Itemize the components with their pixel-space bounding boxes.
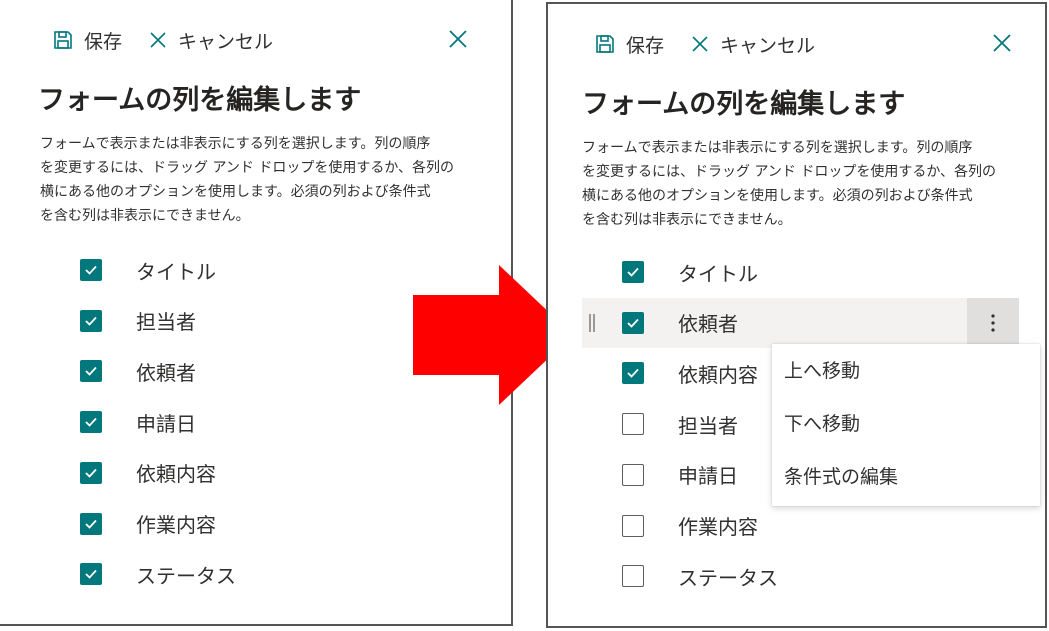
column-label: 依頼者 [678, 312, 738, 337]
save-label: 保存 [626, 34, 665, 57]
checkmark-icon [85, 468, 97, 478]
checkmark-icon [85, 316, 97, 326]
more-vertical-icon [991, 314, 995, 332]
checkmark-icon [627, 267, 639, 277]
column-row[interactable]: ステータス [40, 549, 480, 599]
description-line: を含む列は非表示にできません。 [582, 212, 792, 228]
column-label: ステータス [678, 565, 778, 590]
close-icon [993, 34, 1011, 52]
column-checkbox[interactable] [80, 360, 102, 383]
column-label: 申請日 [136, 411, 196, 436]
column-label: タイトル [136, 259, 216, 284]
close-icon [449, 30, 467, 48]
column-row[interactable]: 作業内容 [582, 501, 1019, 551]
cancel-button[interactable]: キャンセル [690, 31, 815, 58]
column-label: 依頼内容 [136, 462, 216, 487]
cancel-label: キャンセル [178, 30, 274, 53]
panel-title: フォームの列を編集します [582, 89, 906, 120]
column-checkbox[interactable] [80, 563, 102, 586]
cancel-button[interactable]: キャンセル [148, 27, 273, 54]
column-checkbox[interactable] [622, 565, 644, 588]
checkmark-icon [85, 570, 97, 579]
panel-description: フォームで表示または非表示にする列を選択します。列の順序 を変更するには、ドラッ… [40, 132, 454, 228]
checkmark-icon [85, 519, 97, 529]
column-checkbox[interactable] [80, 411, 102, 434]
drag-handle-icon[interactable] [588, 312, 596, 334]
column-label: 申請日 [678, 464, 738, 489]
cancel-label: キャンセル [720, 34, 816, 57]
column-row[interactable]: ステータス [582, 551, 1019, 601]
column-label: 作業内容 [678, 515, 758, 539]
cancel-icon [692, 36, 708, 52]
column-options-menu: 上へ移動 下へ移動 条件式の編集 [772, 344, 1040, 506]
description-line: を変更するには、ドラッグ アンド ドロップを使用するか、各列の [582, 164, 997, 180]
column-checkbox[interactable] [622, 362, 644, 385]
column-checkbox[interactable] [622, 413, 644, 436]
checkmark-icon [85, 367, 97, 377]
save-label: 保存 [84, 30, 123, 53]
more-options-button[interactable] [967, 297, 1019, 348]
checkmark-icon [85, 265, 97, 275]
panel-description: フォームで表示または非表示にする列を選択します。列の順序 を変更するには、ドラッ… [582, 136, 996, 232]
save-button[interactable]: 保存 [594, 31, 664, 58]
checkmark-icon [627, 369, 639, 379]
column-row[interactable]: 作業内容 [40, 499, 480, 549]
column-label: 担当者 [136, 310, 196, 335]
edit-columns-panel-after: 保存 キャンセル フォームの列を編集します フォームで表示または非表示にする列を… [546, 2, 1047, 628]
menu-item-move-up[interactable]: 上へ移動 [784, 351, 1024, 391]
column-checkbox[interactable] [622, 463, 644, 486]
checkmark-icon [627, 318, 639, 328]
column-checkbox[interactable] [622, 514, 644, 537]
description-line: フォームで表示または非表示にする列を選択します。列の順序 [582, 140, 973, 156]
column-row[interactable]: 依頼内容 [40, 448, 480, 498]
column-checkbox[interactable] [80, 259, 102, 281]
description-line: を含む列は非表示にできません。 [40, 208, 250, 224]
column-checkbox[interactable] [622, 311, 644, 334]
checkmark-icon [85, 417, 97, 427]
column-label: 担当者 [678, 413, 738, 438]
column-checkbox[interactable] [80, 309, 102, 332]
description-line: 横にある他のオプションを使用します。必須の列および条件式 [582, 188, 973, 204]
column-checkbox[interactable] [80, 512, 102, 535]
close-button[interactable] [990, 31, 1014, 55]
panel-title: フォームの列を編集します [38, 85, 362, 116]
description-line: フォームで表示または非表示にする列を選択します。列の順序 [40, 136, 431, 152]
column-row[interactable]: タイトル [582, 247, 1019, 297]
column-label: ステータス [136, 563, 236, 588]
description-line: 横にある他のオプションを使用します。必須の列および条件式 [40, 184, 431, 200]
menu-item-edit-condition[interactable]: 条件式の編集 [784, 457, 1024, 497]
column-checkbox[interactable] [622, 261, 644, 283]
menu-item-move-down[interactable]: 下へ移動 [784, 404, 1024, 444]
description-line: を変更するには、ドラッグ アンド ドロップを使用するか、各列の [40, 160, 455, 176]
column-checkbox[interactable] [80, 461, 102, 484]
column-label: 作業内容 [136, 513, 216, 537]
save-button[interactable]: 保存 [52, 27, 122, 54]
panel-toolbar: 保存 キャンセル [52, 22, 273, 58]
column-label: 依頼内容 [678, 362, 758, 387]
save-icon [54, 31, 72, 49]
column-row[interactable]: 依頼者 [582, 297, 1019, 348]
close-button[interactable] [446, 27, 470, 51]
column-label: タイトル [678, 261, 758, 286]
panel-toolbar: 保存 キャンセル [594, 26, 815, 62]
cancel-icon [150, 32, 166, 48]
column-label: 依頼者 [136, 360, 196, 385]
save-icon [596, 35, 614, 53]
